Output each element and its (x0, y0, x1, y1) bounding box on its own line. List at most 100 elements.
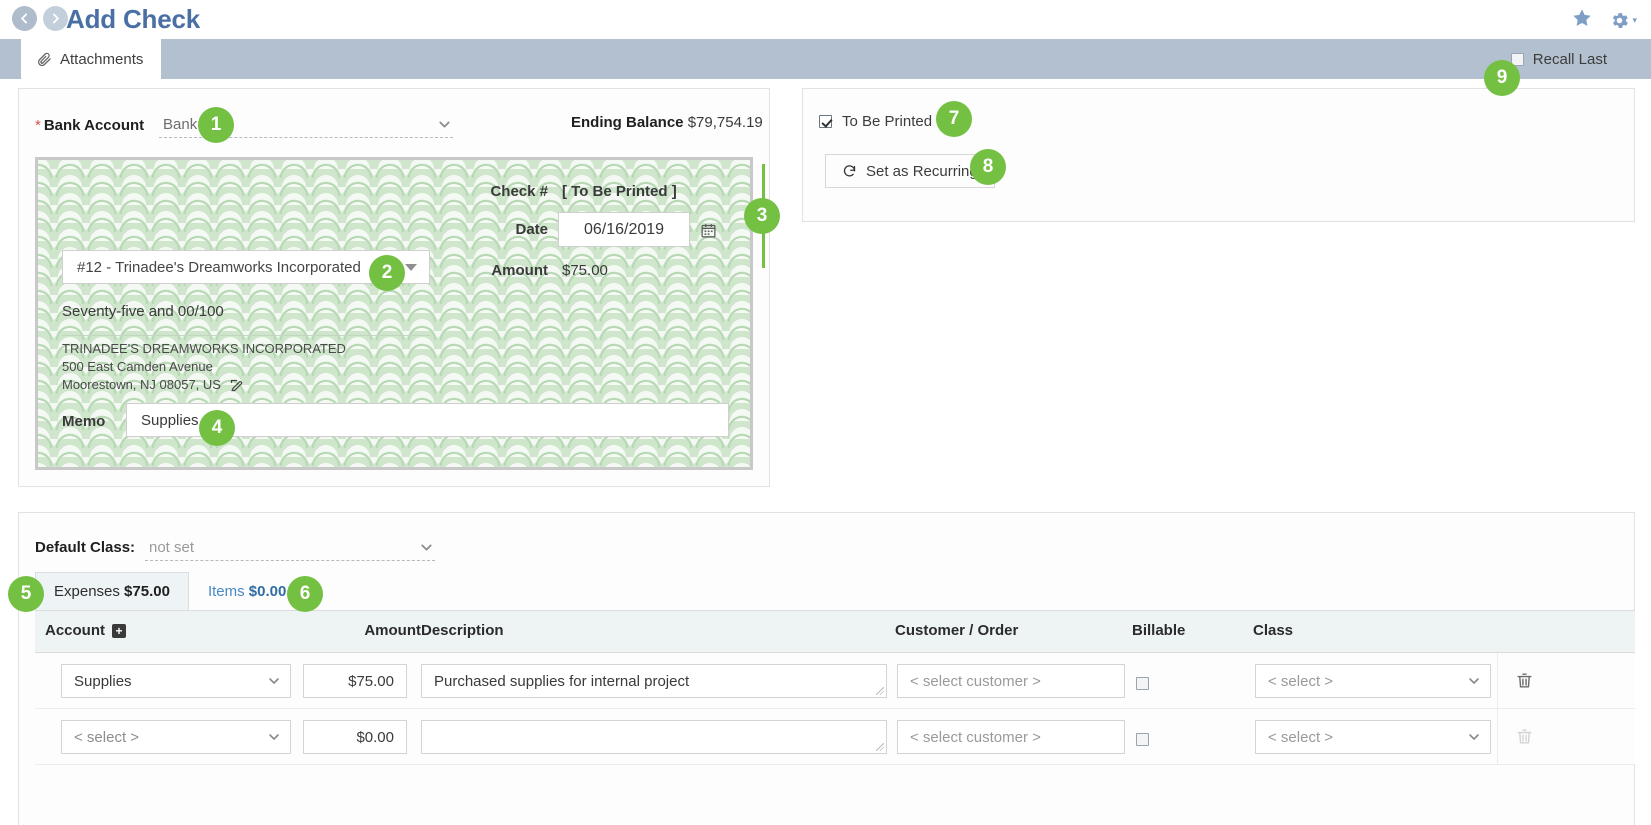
date-label: Date (515, 221, 548, 238)
column-header-account-label: Account (45, 622, 105, 639)
row-divider (1497, 709, 1498, 765)
chevron-down-icon (405, 263, 417, 271)
column-header-billable: Billable (1132, 622, 1186, 639)
recall-last-checkbox[interactable]: Recall Last (1510, 39, 1607, 79)
payee-address: TRINADEE'S DREAMWORKS INCORPORATED 500 E… (62, 340, 346, 394)
row-2-delete-button (1515, 727, 1534, 751)
chevron-down-icon (436, 116, 453, 133)
check-number-label: Check # (490, 183, 548, 200)
attachments-label: Attachments (60, 50, 144, 68)
row-1-class-select[interactable]: < select > (1255, 664, 1491, 698)
row-2-amount-input[interactable]: $0.00 (303, 720, 407, 754)
ending-balance-value: $79,754.19 (687, 114, 763, 131)
ending-balance: Ending Balance $79,754.19 (571, 114, 763, 131)
address-line-3: Moorestown, NJ 08057, US (62, 377, 221, 392)
column-header-amount: Amount (364, 622, 421, 639)
default-class-select[interactable]: not set (145, 535, 435, 561)
row-2-class-select[interactable]: < select > (1255, 720, 1491, 754)
chevron-down-icon: ▾ (1632, 15, 1637, 25)
row-1-description-input[interactable]: Purchased supplies for internal project (421, 664, 887, 698)
line-items-table-header: Account + Amount Description Customer / … (35, 611, 1635, 653)
row-1-account-select[interactable]: Supplies (61, 664, 291, 698)
check-fields: Check # [ To Be Printed ] Date 06/16/201… (38, 160, 750, 467)
required-marker: * (35, 117, 41, 134)
row-1-customer-input[interactable]: < select customer > (897, 664, 1125, 698)
column-header-class: Class (1253, 622, 1294, 639)
navigation-arrows (12, 6, 68, 31)
payee-value: #12 - Trinadee's Dreamworks Incorporated (77, 258, 361, 276)
callout-badge-8: 8 (970, 149, 1006, 185)
date-input[interactable]: 06/16/2019 (558, 212, 690, 247)
to-be-printed-label: To Be Printed (842, 113, 933, 130)
memo-label: Memo (62, 413, 106, 430)
row-1-class-value: < select > (1268, 672, 1334, 690)
to-be-printed-checkbox[interactable]: To Be Printed (819, 113, 932, 130)
chevron-down-icon (266, 729, 282, 745)
set-as-recurring-button[interactable]: Set as Recurring (825, 154, 995, 188)
star-icon[interactable] (1571, 7, 1593, 34)
callout-badge-2: 2 (369, 255, 405, 291)
plus-icon[interactable]: + (112, 623, 126, 638)
callout-badge-3: 3 (744, 198, 780, 234)
row-1-billable-checkbox[interactable] (1136, 677, 1149, 690)
check-number-value: [ To Be Printed ] (562, 183, 677, 200)
chevron-down-icon (1466, 729, 1482, 745)
row-1-amount-input[interactable]: $75.00 (303, 664, 407, 698)
row-1-account-value: Supplies (74, 672, 132, 690)
row-2-customer-input[interactable]: < select customer > (897, 720, 1125, 754)
page-title: Add Check (66, 4, 201, 34)
tab-expenses-amount: $75.00 (124, 582, 170, 600)
check-options-card: To Be Printed Set as Recurring (802, 88, 1635, 222)
chevron-down-icon (1466, 673, 1482, 689)
line-items-tabs: Expenses $75.00 Items $0.00 (35, 572, 1635, 611)
add-check-page: Add Check ▾ Attachments Recall Last * Ba… (0, 0, 1651, 825)
row-1-amount-value: $75.00 (348, 672, 394, 690)
memo-value: Supplies (141, 411, 199, 429)
row-2-amount-value: $0.00 (356, 728, 394, 746)
toolbar: Attachments Recall Last (0, 39, 1651, 79)
to-be-printed-checkbox-box[interactable] (819, 115, 832, 128)
line-items-card: Default Class: not set Expenses $75.00 I… (18, 512, 1635, 825)
amount-in-words: Seventy-five and 00/100 (62, 303, 224, 320)
callout-badge-1: 1 (198, 107, 234, 143)
title-bar-actions: ▾ (1571, 7, 1637, 34)
gear-icon[interactable]: ▾ (1609, 10, 1637, 31)
title-bar: Add Check ▾ (0, 0, 1651, 40)
edit-icon[interactable] (229, 378, 244, 393)
tab-expenses[interactable]: Expenses $75.00 (35, 572, 189, 610)
row-1-delete-button[interactable] (1515, 671, 1534, 695)
amount-value: $75.00 (562, 262, 608, 279)
row-2-account-value: < select > (74, 728, 140, 746)
back-arrow-icon[interactable] (12, 6, 37, 31)
row-divider (1497, 653, 1498, 709)
address-line-3-row: Moorestown, NJ 08057, US (62, 376, 346, 394)
column-header-customer-order: Customer / Order (895, 622, 1019, 639)
check-divider (62, 335, 430, 336)
forward-arrow-icon[interactable] (43, 6, 68, 31)
row-2-description-input[interactable] (421, 720, 887, 754)
row-2-account-select[interactable]: < select > (61, 720, 291, 754)
set-as-recurring-label: Set as Recurring (866, 162, 978, 180)
row-2-billable-checkbox[interactable] (1136, 733, 1149, 746)
date-value: 06/16/2019 (583, 220, 665, 238)
attachments-button[interactable]: Attachments (21, 39, 162, 79)
ending-balance-label: Ending Balance (571, 114, 684, 131)
callout-badge-5: 5 (8, 576, 44, 612)
table-row: < select > $0.00 < select customer > < s… (35, 709, 1635, 765)
paperclip-icon (37, 52, 52, 67)
callout-badge-7: 7 (936, 101, 972, 137)
row-2-customer-value: < select customer > (910, 728, 1041, 746)
table-row: Supplies $75.00 Purchased supplies for i… (35, 653, 1635, 709)
tab-items-label: Items (207, 582, 245, 600)
column-header-account: Account + (45, 622, 126, 639)
column-header-description: Description (421, 622, 504, 639)
address-line-1: TRINADEE'S DREAMWORKS INCORPORATED (62, 341, 346, 356)
refresh-icon (842, 164, 857, 179)
tab-items-amount: $0.00 (248, 582, 287, 600)
callout-badge-9: 9 (1484, 60, 1520, 96)
row-1-description-value: Purchased supplies for internal project (434, 672, 690, 690)
bank-account-label-group: * Bank Account (35, 117, 144, 134)
row-2-class-value: < select > (1268, 728, 1334, 746)
recall-last-label: Recall Last (1532, 50, 1607, 68)
calendar-icon[interactable] (700, 222, 717, 244)
